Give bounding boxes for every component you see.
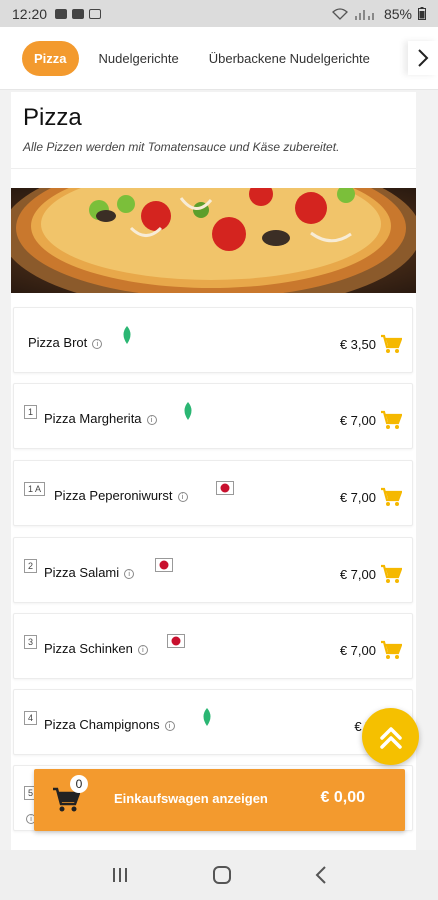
- leaf-icon: [184, 402, 192, 420]
- item-name: Pizza Brot i: [28, 335, 103, 350]
- item-name-text: Pizza Champignons: [44, 717, 160, 732]
- notification-icons: [55, 8, 102, 19]
- status-time: 12:20: [12, 5, 48, 22]
- tab-nudelgerichte[interactable]: Nudelgerichte: [99, 51, 179, 66]
- item-price: € 7,00: [339, 413, 376, 428]
- meat-icon: [155, 558, 173, 572]
- add-to-cart-icon[interactable]: [380, 564, 402, 584]
- add-to-cart-icon[interactable]: [380, 410, 402, 430]
- item-name-text: Pizza Salami: [44, 565, 120, 580]
- menu-item[interactable]: 4 Pizza Champignonsi € 7,: [13, 689, 413, 755]
- item-name-text: Pizza Peperoniwurst: [54, 488, 173, 503]
- item-number: 3: [24, 635, 38, 649]
- battery-icon: [418, 7, 426, 20]
- item-price: € 3,50: [339, 337, 376, 352]
- menu-content: Pizza Alle Pizzen werden mit Tomatensauc…: [11, 92, 416, 850]
- item-name: Pizza Schinken i: [44, 641, 148, 656]
- item-number: 1 A: [24, 482, 46, 496]
- meat-icon: [167, 634, 185, 648]
- meat-icon: [216, 481, 234, 495]
- item-name-text: Pizza Brot: [28, 335, 88, 350]
- youtube-icon: [72, 8, 85, 19]
- item-name-text: Pizza Margherita: [44, 411, 142, 426]
- category-tabs: Pizza Nudelgerichte Überbackene Nudelger…: [0, 27, 438, 90]
- info-icon[interactable]: i: [124, 568, 135, 579]
- double-chevron-up-icon: [379, 726, 402, 749]
- pizza-banner-image: [11, 188, 416, 293]
- item-name: Pizza Peperoniwurst i: [54, 488, 188, 503]
- info-icon[interactable]: i: [177, 491, 188, 502]
- section-header: Pizza Alle Pizzen werden mit Tomatensauc…: [11, 92, 416, 169]
- battery-percent: 85%: [383, 5, 412, 22]
- info-icon[interactable]: i: [164, 720, 175, 731]
- home-icon[interactable]: [212, 865, 232, 885]
- status-bar: 12:20 85%: [0, 0, 438, 27]
- cart-total: € 0,00: [320, 789, 365, 806]
- leaf-icon: [203, 708, 211, 726]
- tab-pizza[interactable]: Pizza: [22, 40, 79, 76]
- gallery-icon: [89, 8, 102, 19]
- item-number: 2: [24, 559, 38, 573]
- item-name: Pizza Salami i: [44, 565, 135, 580]
- menu-item[interactable]: Pizza Brot i € 3,50: [13, 307, 413, 373]
- menu-item[interactable]: 1 A Pizza Peperoniwurst i € 7,00: [13, 460, 413, 526]
- show-cart-button[interactable]: 0 Einkaufswagen anzeigen € 0,00: [34, 769, 405, 831]
- add-to-cart-icon[interactable]: [380, 487, 402, 507]
- notification-icon: [55, 8, 68, 19]
- signal-icon: [354, 9, 374, 20]
- menu-item[interactable]: 3 Pizza Schinken i € 7,00: [13, 613, 413, 679]
- menu-item[interactable]: 2 Pizza Salami i € 7,00: [13, 537, 413, 603]
- add-to-cart-icon[interactable]: [380, 334, 402, 354]
- item-price: € 7,00: [339, 490, 376, 505]
- menu-item[interactable]: 1 Pizza Margherita i € 7,00: [13, 383, 413, 449]
- cart-count-badge: 0: [70, 775, 88, 793]
- tabs-next-button[interactable]: [408, 41, 438, 75]
- item-number: 1: [24, 405, 38, 419]
- info-icon[interactable]: i: [92, 338, 103, 349]
- item-name-text: Pizza Schinken: [44, 641, 133, 656]
- wifi-icon: [332, 7, 348, 20]
- item-name: Pizza Margherita i: [44, 411, 157, 426]
- info-icon[interactable]: i: [146, 414, 157, 425]
- leaf-icon: [123, 326, 131, 344]
- cart-label: Einkaufswagen anzeigen: [114, 791, 268, 806]
- recent-apps-icon[interactable]: [111, 867, 129, 883]
- system-nav-bar: [0, 850, 438, 900]
- scroll-to-top-button[interactable]: [362, 708, 419, 765]
- section-description: Alle Pizzen werden mit Tomatensauce und …: [23, 140, 340, 154]
- info-icon[interactable]: i: [137, 644, 148, 655]
- status-right: 85%: [332, 6, 426, 22]
- item-price: € 7,00: [339, 643, 376, 658]
- back-icon[interactable]: [315, 866, 327, 884]
- item-price: € 7,00: [339, 567, 376, 582]
- chevron-right-icon: [418, 49, 429, 67]
- section-title: Pizza: [23, 104, 82, 131]
- add-to-cart-icon[interactable]: [380, 640, 402, 660]
- tab-ueberbackene-nudelgerichte[interactable]: Überbackene Nudelgerichte: [209, 51, 370, 66]
- item-name: Pizza Champignons i: [44, 717, 175, 732]
- item-number: 4: [24, 711, 38, 725]
